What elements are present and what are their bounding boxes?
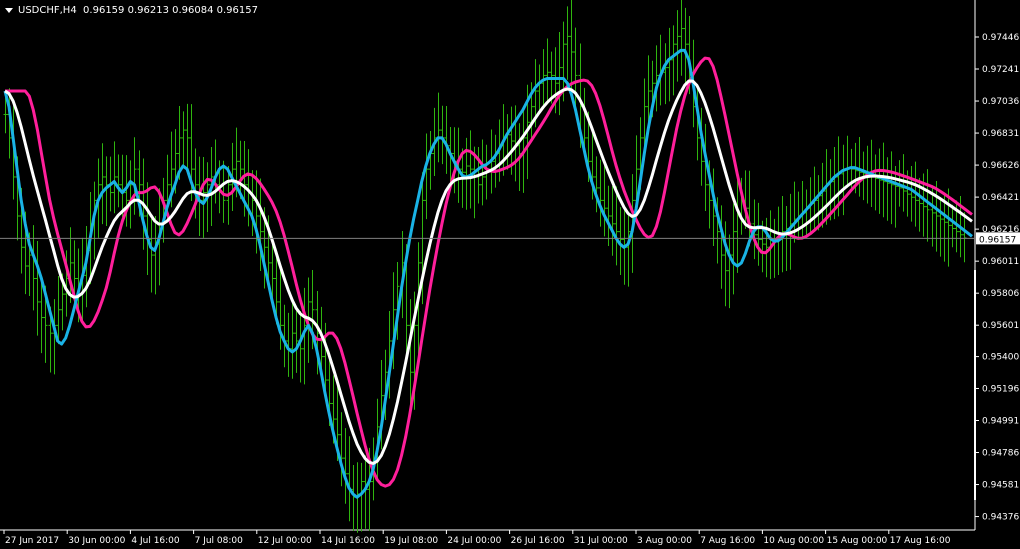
y-tick-label: 0.94376 (982, 513, 1019, 523)
scale-bar (974, 270, 976, 500)
chart-header: USDCHF,H4 0.96159 0.96213 0.96084 0.9615… (5, 4, 258, 18)
x-tick-label: 19 Jul 08:00 (384, 536, 438, 546)
dropdown-arrow-icon[interactable] (5, 7, 13, 13)
series-line-fast (3, 48, 973, 499)
x-tick-label: 3 Aug 00:00 (637, 536, 692, 546)
y-tick-label: 0.95806 (982, 289, 1019, 299)
x-tick-label: 24 Jul 00:00 (447, 536, 501, 546)
x-tick-label: 7 Aug 16:00 (700, 536, 755, 546)
x-tick-label: 27 Jun 2017 (5, 536, 59, 546)
symbol-timeframe: USDCHF,H4 (18, 5, 77, 16)
x-tick-label: 26 Jul 16:00 (511, 536, 565, 546)
y-tick-label: 0.95196 (982, 384, 1019, 394)
y-tick-label: 0.96421 (982, 193, 1019, 203)
y-tick-label: 0.97036 (982, 97, 1019, 107)
series-line-trend (4, 79, 973, 465)
x-tick-label: 7 Jul 08:00 (195, 536, 244, 546)
y-tick-label: 0.96216 (982, 225, 1019, 235)
y-tick-label: 0.95601 (982, 321, 1019, 331)
current-price-label: 0.96157 (979, 235, 1016, 245)
x-tick-label: 17 Aug 16:00 (890, 536, 951, 546)
x-tick-label: 4 Jul 16:00 (131, 536, 180, 546)
x-tick-label: 31 Jul 00:00 (574, 536, 628, 546)
y-tick-label: 0.96626 (982, 161, 1019, 171)
x-tick-label: 14 Jul 16:00 (321, 536, 375, 546)
y-tick-label: 0.96831 (982, 129, 1019, 139)
x-tick-label: 12 Jul 00:00 (258, 536, 312, 546)
x-tick-label: 30 Jun 00:00 (68, 536, 125, 546)
y-tick-label: 0.94991 (982, 416, 1019, 426)
price-chart-svg[interactable]: 0.96157 0.97446 0.97241 0.97036 0.96831 0.966… (0, 0, 1020, 549)
chart[interactable]: USDCHF,H4 0.96159 0.96213 0.96084 0.9615… (0, 0, 1020, 549)
y-tick-label: 0.97241 (982, 65, 1019, 75)
y-tick-label: 0.96011 (982, 257, 1019, 267)
y-tick-label: 0.94786 (982, 449, 1019, 459)
y-tick-label: 0.95400 (982, 353, 1019, 363)
x-tick-label: 15 Aug 00:00 (827, 536, 888, 546)
ohlc-values: 0.96159 0.96213 0.96084 0.96157 (83, 5, 258, 16)
y-tick-label: 0.94581 (982, 481, 1019, 491)
series-line-slow (5, 56, 973, 488)
x-tick-label: 10 Aug 00:00 (763, 536, 824, 546)
y-tick-label: 0.97446 (982, 33, 1019, 43)
